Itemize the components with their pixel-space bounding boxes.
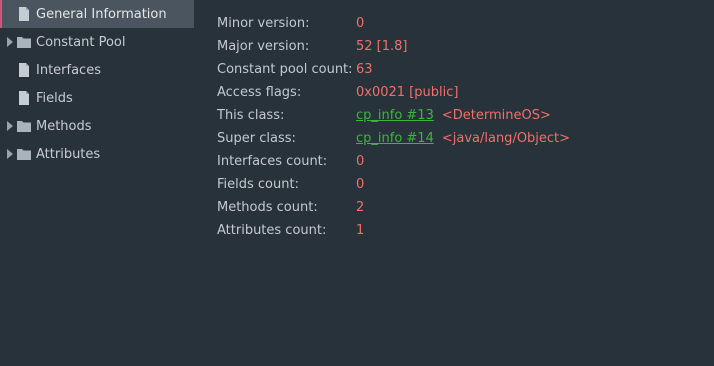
field-label: Major version:	[217, 39, 310, 54]
tree-item-label: Fields	[36, 90, 73, 106]
field-label: Minor version:	[217, 16, 310, 31]
field-value: 0	[356, 16, 365, 31]
folder-icon	[17, 149, 31, 160]
tree-item-interfaces[interactable]: Interfaces	[0, 56, 194, 84]
tree-item-label: Constant Pool	[36, 34, 126, 50]
field-value: 2	[356, 200, 365, 215]
folder-icon	[17, 121, 31, 132]
field-label: Super class:	[217, 131, 296, 146]
super-class-name: <java/lang/Object>	[441, 131, 571, 146]
field-value: 1	[356, 223, 365, 238]
field-value: 0	[356, 154, 365, 169]
this-class-name: <DetermineOS>	[441, 108, 551, 123]
this-class-link[interactable]: cp_info #13	[356, 108, 434, 123]
super-class-link[interactable]: cp_info #14	[356, 131, 434, 146]
tree-item-label: Methods	[36, 118, 92, 134]
field-value: 63	[356, 62, 373, 77]
chevron-right-icon[interactable]	[6, 121, 14, 131]
class-file-viewer: General Information Constant Pool Interf…	[0, 0, 714, 366]
tree-item-attributes[interactable]: Attributes	[0, 140, 194, 168]
tree-item-label: Attributes	[36, 146, 101, 162]
tree-item-fields[interactable]: Fields	[0, 84, 194, 112]
field-label: Access flags:	[217, 85, 302, 100]
file-icon	[19, 91, 29, 105]
tree-item-label: Interfaces	[36, 62, 101, 78]
field-value: 0	[356, 177, 365, 192]
structure-tree: General Information Constant Pool Interf…	[0, 0, 194, 366]
file-icon	[19, 63, 29, 77]
folder-icon	[17, 37, 31, 48]
field-value: 0x0021 [public]	[356, 85, 459, 100]
field-value: cp_info #13 <DetermineOS>	[356, 108, 551, 123]
chevron-right-icon[interactable]	[6, 37, 14, 47]
field-value: cp_info #14 <java/lang/Object>	[356, 131, 570, 146]
chevron-right-icon[interactable]	[6, 149, 14, 159]
field-value: 52 [1.8]	[356, 39, 408, 54]
field-label: This class:	[217, 108, 285, 123]
tree-item-label: General Information	[36, 6, 167, 22]
tree-item-general-information[interactable]: General Information	[0, 0, 194, 28]
tree-item-methods[interactable]: Methods	[0, 112, 194, 140]
tree-item-constant-pool[interactable]: Constant Pool	[0, 28, 194, 56]
field-label: Methods count:	[217, 200, 318, 215]
field-label: Constant pool count:	[217, 62, 353, 77]
field-label: Fields count:	[217, 177, 299, 192]
file-icon	[19, 7, 29, 21]
field-label: Interfaces count:	[217, 154, 328, 169]
field-label: Attributes count:	[217, 223, 327, 238]
